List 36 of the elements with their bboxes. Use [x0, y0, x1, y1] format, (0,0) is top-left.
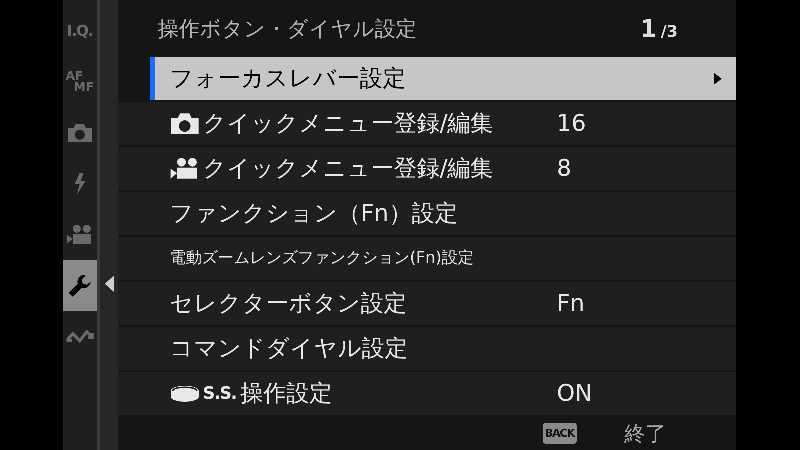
menu-item[interactable]: クイックメニュー登録/編集 16 [118, 102, 736, 145]
menu-item[interactable]: コマンドダイヤル設定 [118, 327, 736, 370]
menu-item-value: ON [557, 380, 592, 406]
movie-camera-icon [67, 224, 93, 246]
page-total: /3 [661, 22, 678, 40]
flash-icon [72, 172, 88, 196]
caret-icon [104, 276, 114, 292]
menu-item-label: ファンクション（Fn）設定 [170, 200, 458, 229]
menu-item-label: セレクターボタン設定 [170, 290, 407, 319]
menu-item[interactable]: 電動ズームレンズファンクション(Fn)設定 [118, 237, 736, 280]
shutter-speed-label: S.S. [203, 384, 236, 404]
menu-item-label: クイックメニュー登録/編集 [203, 155, 494, 184]
menu-item[interactable]: セレクターボタン設定 Fn [118, 282, 736, 325]
camera-icon [170, 112, 200, 136]
menu-item[interactable]: ファンクション（Fn）設定 [118, 192, 736, 235]
menu-item[interactable]: S.S. 操作設定 ON [118, 372, 736, 415]
menu-title: 操作ボタン・ダイヤル設定 [158, 16, 417, 42]
movie-camera-icon [170, 156, 200, 180]
page-number: 1 [640, 14, 658, 42]
menu-item[interactable]: クイックメニュー登録/編集 8 [118, 147, 736, 190]
wrench-icon [67, 272, 93, 298]
menu-item-label: 操作設定 [240, 380, 332, 409]
menu-item-label: コマンドダイヤル設定 [170, 335, 408, 364]
connection-icon [66, 330, 94, 344]
menu-item-label: クイックメニュー登録/編集 [203, 110, 494, 139]
dial-icon [170, 384, 200, 404]
sidebar-tab[interactable] [63, 260, 97, 311]
menu-item-value: 8 [557, 156, 572, 182]
menu-item-value: Fn [557, 290, 585, 316]
menu-item[interactable]: フォーカスレバー設定 [150, 57, 736, 100]
camera-icon [67, 122, 93, 142]
menu-item-label: 電動ズームレンズファンクション(Fn)設定 [170, 248, 474, 269]
menu-item-label: フォーカスレバー設定 [170, 65, 406, 94]
back-key-badge: BACK [543, 423, 576, 444]
exit-label: 終了 [624, 420, 666, 448]
menu-item-value: 16 [557, 110, 586, 136]
